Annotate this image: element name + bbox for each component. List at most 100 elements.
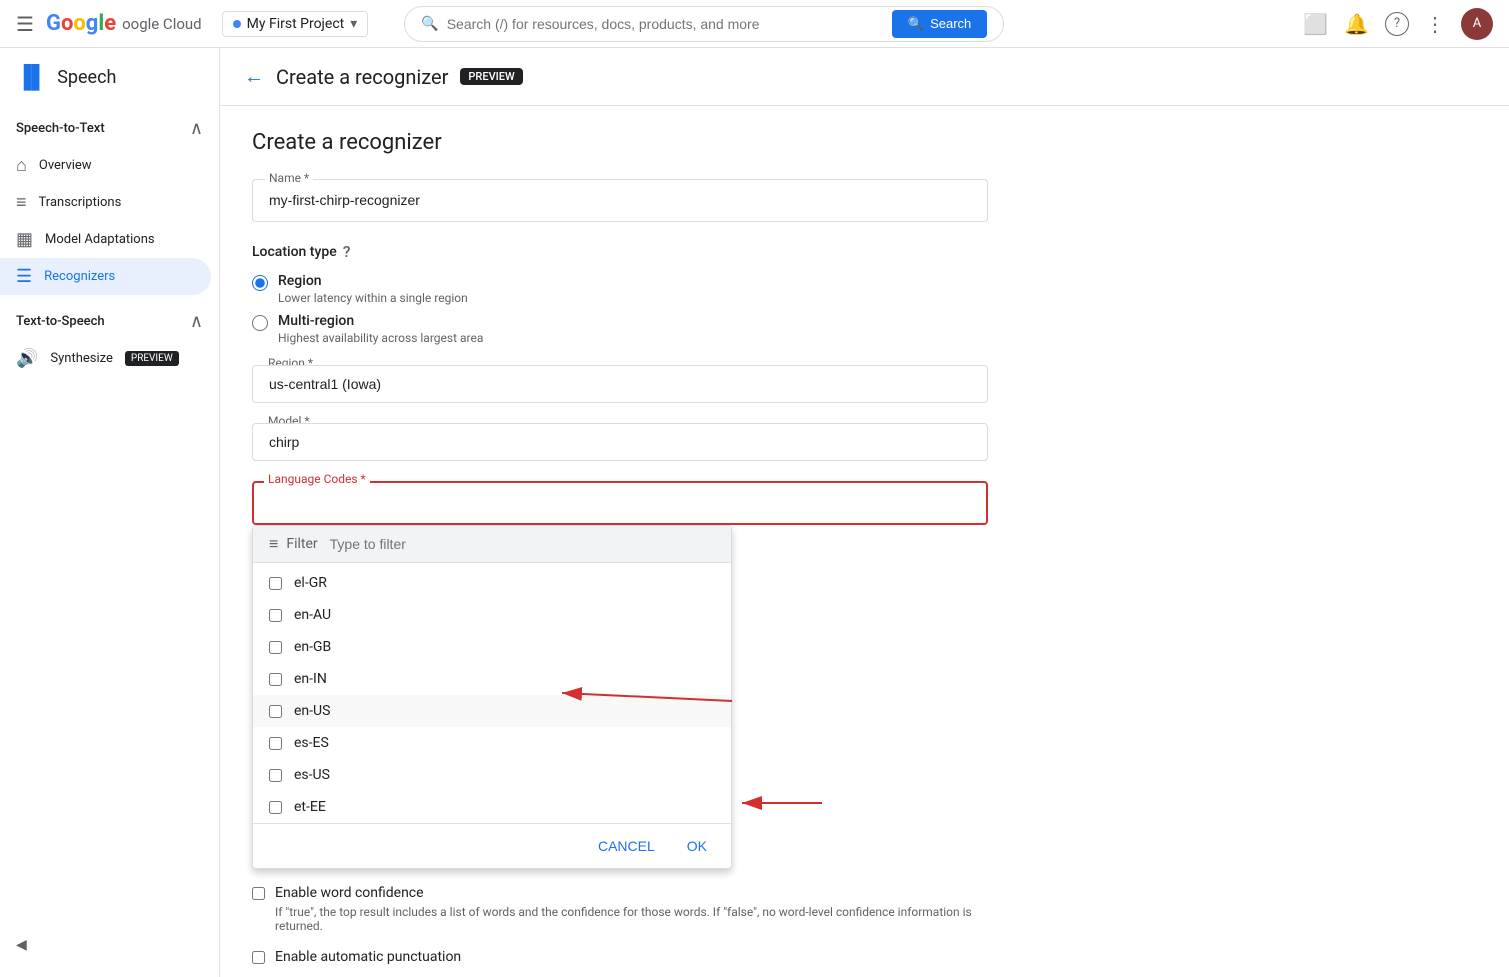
- list-item[interactable]: en-GB: [253, 631, 731, 663]
- project-dropdown-icon: ▾: [350, 16, 357, 32]
- auto-punctuation-field: Enable automatic punctuation: [252, 949, 988, 965]
- et-EE-checkbox[interactable]: [269, 801, 282, 814]
- project-selector[interactable]: My First Project ▾: [222, 11, 369, 37]
- radio-group: Region Lower latency within a single reg…: [252, 273, 988, 345]
- recognizers-icon: ☰: [16, 266, 32, 287]
- multi-region-radio[interactable]: [252, 315, 268, 331]
- dropdown-cancel-button[interactable]: CANCEL: [590, 832, 663, 860]
- search-input[interactable]: [447, 16, 884, 32]
- en-AU-checkbox[interactable]: [269, 609, 282, 622]
- en-AU-label: en-AU: [294, 607, 331, 623]
- page-title: Create a recognizer: [276, 65, 448, 89]
- sidebar-item-model-adaptations[interactable]: ▦ Model Adaptations: [0, 221, 211, 258]
- list-item[interactable]: en-US: [253, 695, 731, 727]
- list-item[interactable]: en-AU: [253, 599, 731, 631]
- el-GR-checkbox[interactable]: [269, 577, 282, 590]
- sidebar-item-transcriptions[interactable]: ≡ Transcriptions: [0, 184, 211, 221]
- sidebar-item-label: Overview: [39, 158, 92, 173]
- en-IN-label: en-IN: [294, 671, 327, 687]
- transcriptions-icon: ≡: [16, 192, 27, 213]
- topbar: ☰ Google oogle Cloud My First Project ▾ …: [0, 0, 1509, 48]
- language-dropdown: ≡ Filter el-GR en-AU: [252, 525, 732, 869]
- auto-punctuation-checkbox[interactable]: [252, 951, 265, 964]
- dropdown-filter: ≡ Filter: [253, 526, 731, 563]
- home-icon: ⌂: [16, 155, 27, 176]
- text-to-speech-section: Text-to-Speech ∧ 🔊 Synthesize PREVIEW: [0, 299, 219, 381]
- sidebar-item-overview[interactable]: ⌂ Overview: [0, 147, 211, 184]
- model-select-wrapper: chirp: [252, 423, 988, 461]
- en-GB-checkbox[interactable]: [269, 641, 282, 654]
- region-option: Region Lower latency within a single reg…: [252, 273, 988, 305]
- language-codes-field: Language Codes * ≡ Filter el-GR: [252, 481, 988, 525]
- list-item[interactable]: en-IN: [253, 663, 731, 695]
- collapse-icon: ∧: [190, 118, 203, 139]
- filter-input[interactable]: [330, 536, 715, 552]
- sidebar-item-label: Transcriptions: [39, 195, 122, 210]
- et-EE-label: et-EE: [294, 799, 326, 815]
- sidebar-item-recognizers[interactable]: ☰ Recognizers: [0, 258, 211, 295]
- filter-label: Filter: [286, 536, 317, 552]
- form-heading: Create a recognizer: [252, 130, 988, 155]
- terminal-icon[interactable]: ⬜: [1303, 12, 1328, 36]
- more-icon[interactable]: ⋮: [1425, 12, 1445, 36]
- region-select-wrapper: us-central1 (Iowa): [252, 365, 988, 403]
- list-item[interactable]: es-US: [253, 759, 731, 791]
- name-field: Name: [252, 179, 988, 222]
- es-US-checkbox[interactable]: [269, 769, 282, 782]
- search-button[interactable]: 🔍 Search: [892, 10, 987, 38]
- list-item[interactable]: el-GR: [253, 567, 731, 599]
- speech-icon: ▐▌: [16, 64, 47, 90]
- speech-to-text-section: Speech-to-Text ∧ ⌂ Overview ≡ Transcript…: [0, 106, 219, 299]
- search-bar: 🔍 🔍 Search: [404, 6, 1004, 42]
- dropdown-ok-button[interactable]: OK: [679, 832, 715, 860]
- notification-icon[interactable]: 🔔: [1344, 12, 1369, 36]
- menu-icon[interactable]: ☰: [16, 12, 34, 36]
- synthesize-preview-badge: PREVIEW: [125, 351, 179, 366]
- multi-region-desc: Highest availability across largest area: [278, 331, 483, 345]
- location-help-icon[interactable]: ?: [343, 242, 351, 261]
- name-input[interactable]: [269, 192, 971, 208]
- dropdown-list: el-GR en-AU en-GB en-IN: [253, 563, 731, 823]
- auto-punctuation-label: Enable automatic punctuation: [275, 949, 461, 965]
- es-ES-checkbox[interactable]: [269, 737, 282, 750]
- google-cloud-logo: Google oogle Cloud: [46, 11, 202, 36]
- word-confidence-field: Enable word confidence If "true", the to…: [252, 885, 988, 933]
- region-radio[interactable]: [252, 275, 268, 291]
- list-item[interactable]: es-ES: [253, 727, 731, 759]
- sidebar-collapse-button[interactable]: ◀: [0, 929, 43, 961]
- region-select[interactable]: us-central1 (Iowa): [252, 365, 988, 403]
- sidebar-item-label: Recognizers: [44, 269, 115, 284]
- el-GR-label: el-GR: [294, 575, 327, 591]
- app-name: Speech: [57, 67, 116, 88]
- region-desc: Lower latency within a single region: [278, 291, 468, 305]
- name-label: Name: [265, 171, 313, 185]
- project-dot: [233, 20, 241, 28]
- word-confidence-checkbox[interactable]: [252, 887, 265, 900]
- sidebar-item-synthesize[interactable]: 🔊 Synthesize PREVIEW: [0, 340, 211, 377]
- tts-collapse-icon: ∧: [190, 311, 203, 332]
- name-input-wrapper: Name: [252, 179, 988, 222]
- synthesize-icon: 🔊: [16, 348, 38, 369]
- filter-icon: ≡: [269, 534, 278, 554]
- back-button[interactable]: ←: [244, 64, 264, 89]
- en-US-checkbox[interactable]: [269, 705, 282, 718]
- en-US-label: en-US: [294, 703, 330, 719]
- app-header: ▐▌ Speech: [0, 56, 219, 106]
- lang-input-box[interactable]: [252, 481, 988, 525]
- main-content: ← Create a recognizer PREVIEW Create a r…: [220, 48, 1509, 977]
- search-btn-icon: 🔍: [908, 16, 924, 32]
- model-select[interactable]: chirp: [252, 423, 988, 461]
- help-icon[interactable]: ?: [1385, 12, 1409, 36]
- multi-region-label: Multi-region: [278, 313, 483, 329]
- page-header: ← Create a recognizer PREVIEW: [220, 48, 1509, 106]
- en-GB-label: en-GB: [294, 639, 331, 655]
- list-item[interactable]: et-EE: [253, 791, 731, 823]
- speech-to-text-header[interactable]: Speech-to-Text ∧: [0, 110, 219, 147]
- en-IN-checkbox[interactable]: [269, 673, 282, 686]
- model-select-field: Model * chirp: [252, 423, 988, 461]
- multi-region-option: Multi-region Highest availability across…: [252, 313, 988, 345]
- text-to-speech-header[interactable]: Text-to-Speech ∧: [0, 303, 219, 340]
- user-avatar[interactable]: A: [1461, 8, 1493, 40]
- region-select-field: Region * us-central1 (Iowa): [252, 365, 988, 403]
- search-icon: 🔍: [421, 16, 438, 32]
